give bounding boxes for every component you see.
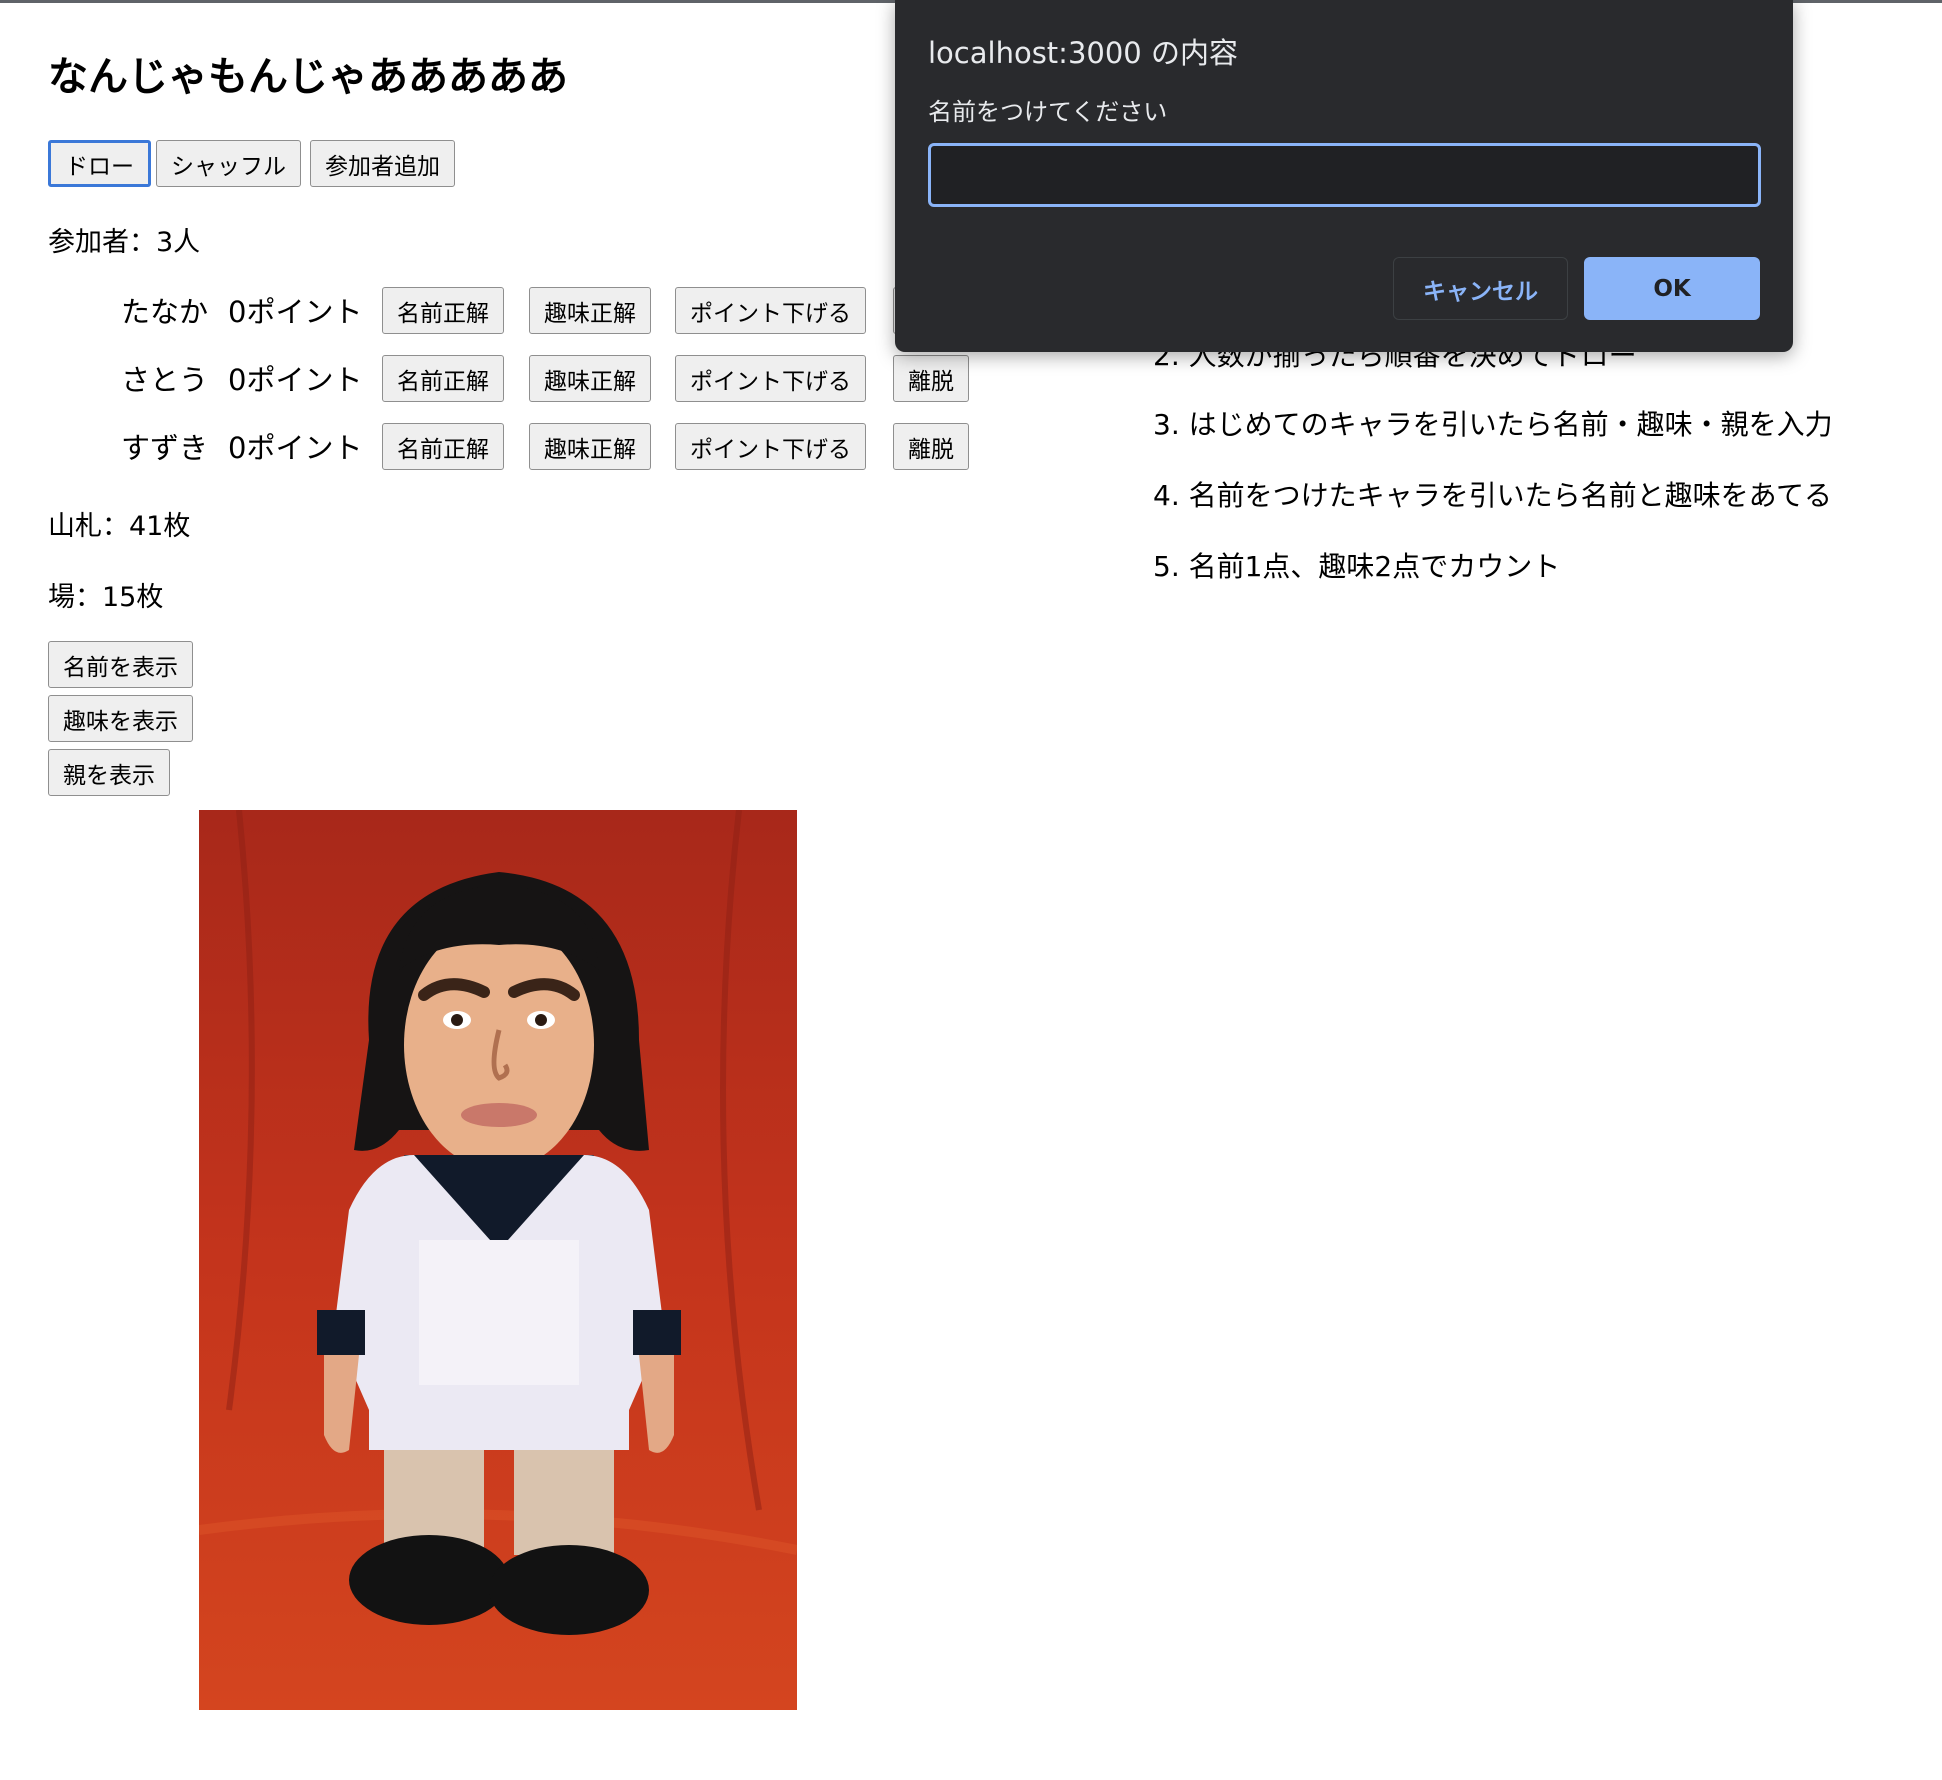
participant-name: さとう — [121, 363, 209, 397]
participant-name: すずき — [121, 431, 209, 465]
show-hobby-button[interactable]: 趣味を表示 — [48, 695, 193, 742]
field-count: 場：15枚 — [48, 582, 164, 613]
dialog-name-input[interactable] — [928, 143, 1761, 207]
hobby-correct-button[interactable]: 趣味正解 — [529, 355, 651, 402]
dialog-message: 名前をつけてください — [928, 98, 1168, 126]
leave-button[interactable]: 離脱 — [893, 355, 969, 402]
draw-button[interactable]: ドロー — [48, 140, 151, 187]
participant-points: 0ポイント — [228, 295, 363, 329]
name-correct-button[interactable]: 名前正解 — [382, 355, 504, 402]
participant-count: 参加者：3人 — [48, 227, 201, 258]
rule-item: 5. 名前1点、趣味2点でカウント — [1153, 550, 1561, 583]
participant-points: 0ポイント — [228, 431, 363, 465]
add-participant-button[interactable]: 参加者追加 — [310, 140, 455, 187]
point-down-button[interactable]: ポイント下げる — [675, 355, 866, 402]
leave-button[interactable]: 離脱 — [893, 423, 969, 470]
participant-name: たなか — [121, 295, 209, 329]
show-parent-button[interactable]: 親を表示 — [48, 749, 170, 796]
prompt-dialog: localhost:3000 の内容 名前をつけてください キャンセル OK — [895, 0, 1793, 352]
show-name-button[interactable]: 名前を表示 — [48, 641, 193, 688]
page-title: なんじゃもんじゃあああああ — [48, 54, 568, 100]
rule-item: 3. はじめてのキャラを引いたら名前・趣味・親を入力 — [1153, 408, 1833, 441]
dialog-ok-button[interactable]: OK — [1584, 257, 1760, 320]
character-card-image — [199, 810, 797, 1710]
name-correct-button[interactable]: 名前正解 — [382, 423, 504, 470]
hobby-correct-button[interactable]: 趣味正解 — [529, 423, 651, 470]
point-down-button[interactable]: ポイント下げる — [675, 423, 866, 470]
point-down-button[interactable]: ポイント下げる — [675, 287, 866, 334]
shuffle-button[interactable]: シャッフル — [156, 140, 301, 187]
dialog-cancel-button[interactable]: キャンセル — [1393, 257, 1568, 320]
rule-item: 4. 名前をつけたキャラを引いたら名前と趣味をあてる — [1153, 479, 1833, 512]
deck-count: 山札：41枚 — [48, 511, 191, 542]
participant-points: 0ポイント — [228, 363, 363, 397]
name-correct-button[interactable]: 名前正解 — [382, 287, 504, 334]
dialog-title: localhost:3000 の内容 — [928, 36, 1238, 70]
hobby-correct-button[interactable]: 趣味正解 — [529, 287, 651, 334]
